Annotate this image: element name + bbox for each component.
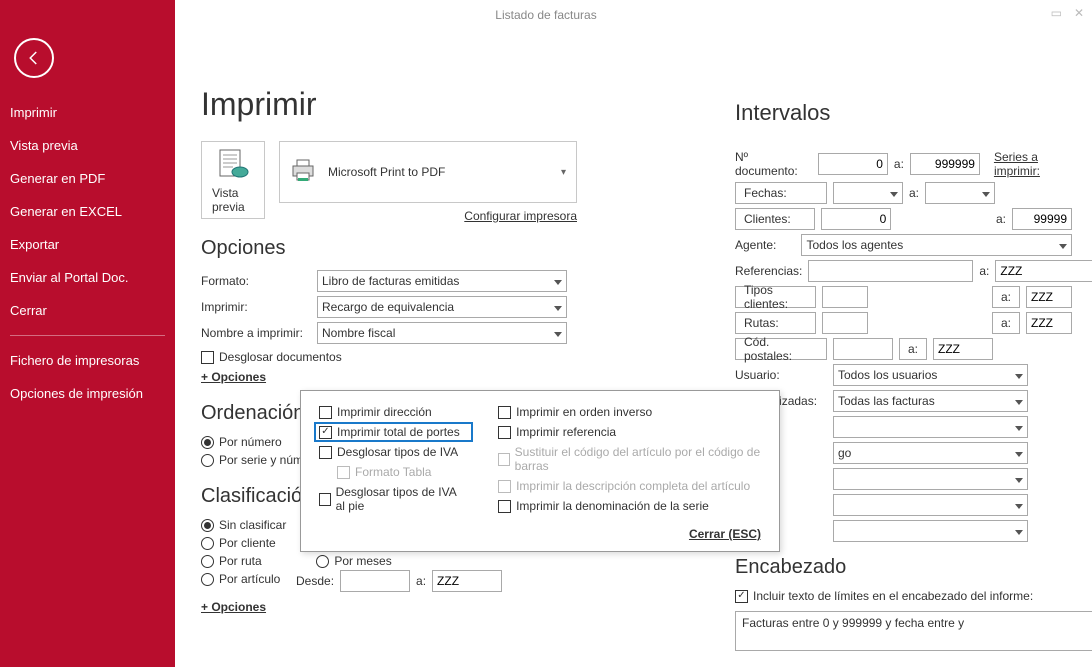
ref-from-input[interactable] [808, 260, 973, 282]
a-button-3[interactable]: a: [899, 338, 927, 360]
imprimir-ref-checkbox[interactable]: Imprimir referencia [498, 425, 761, 439]
clasif-cliente-radio[interactable]: Por cliente [201, 536, 286, 550]
imprimir-label: Imprimir: [201, 300, 311, 314]
formato-select[interactable]: Libro de facturas emitidas [317, 270, 567, 292]
desglosar-iva-pie-checkbox[interactable]: Desglosar tipos de IVA al pie [319, 485, 468, 513]
extra-select-2[interactable]: go [833, 442, 1028, 464]
intervalos-heading: Intervalos [735, 100, 1072, 126]
orden-inverso-checkbox[interactable]: Imprimir en orden inverso [498, 405, 761, 419]
a-button-1[interactable]: a: [992, 286, 1020, 308]
sidebar-item-portal[interactable]: Enviar al Portal Doc. [0, 261, 175, 294]
imprimir-portes-checkbox[interactable]: ✓Imprimir total de portes [319, 425, 468, 439]
opciones-popup: Imprimir dirección ✓Imprimir total de po… [300, 390, 780, 552]
mas-opciones-clasif-link[interactable]: + Opciones [201, 600, 266, 614]
sidebar-item-exportar[interactable]: Exportar [0, 228, 175, 261]
rutas-to-input[interactable] [1026, 312, 1072, 334]
sidebar-item-fichero[interactable]: Fichero de impresoras [0, 344, 175, 377]
close-icon[interactable]: ✕ [1074, 6, 1084, 20]
page-title: Imprimir [201, 86, 571, 123]
chevron-down-icon: ▾ [561, 167, 566, 178]
fecha-from-select[interactable] [833, 182, 903, 204]
incluir-texto-checkbox[interactable]: ✓Incluir texto de límites en el encabeza… [735, 589, 1072, 603]
a-label-3: a: [996, 212, 1006, 226]
contab-select[interactable]: Todas las facturas [833, 390, 1028, 412]
desde-label: Desde: [296, 574, 334, 588]
minimize-icon[interactable]: ▭ [1051, 6, 1062, 20]
imprimir-denominacion-checkbox[interactable]: Imprimir la denominación de la serie [498, 499, 761, 513]
formato-tabla-checkbox: Formato Tabla [337, 465, 468, 479]
sustituir-codigo-checkbox: Sustituir el código del artículo por el … [498, 445, 761, 473]
clientes-to-input[interactable] [1012, 208, 1072, 230]
preview-label: Vista previa [212, 186, 254, 214]
cerrar-popup-link[interactable]: Cerrar (ESC) [689, 527, 761, 541]
configure-printer-link[interactable]: Configurar impresora [464, 209, 577, 223]
cp-button[interactable]: Cód. postales: [735, 338, 827, 360]
cp-from-input[interactable] [833, 338, 893, 360]
agente-label: Agente: [735, 238, 795, 252]
sidebar-item-imprimir[interactable]: Imprimir [0, 96, 175, 129]
usuario-select[interactable]: Todos los usuarios [833, 364, 1028, 386]
tipos-from-input[interactable] [822, 286, 868, 308]
fecha-to-select[interactable] [925, 182, 995, 204]
extra-select-4[interactable] [833, 494, 1028, 516]
preview-button[interactable]: Vista previa [201, 141, 265, 219]
desglosar-checkbox[interactable]: Desglosar documentos [201, 350, 571, 364]
desglosar-iva-checkbox[interactable]: Desglosar tipos de IVA [319, 445, 468, 459]
a-button-2[interactable]: a: [992, 312, 1020, 334]
printer-icon [290, 158, 318, 186]
formato-label: Formato: [201, 274, 311, 288]
mas-opciones-link[interactable]: + Opciones [201, 370, 266, 384]
sidebar-item-opciones-imp[interactable]: Opciones de impresión [0, 377, 175, 410]
nombre-select[interactable]: Nombre fiscal [317, 322, 567, 344]
extra-select-3[interactable] [833, 468, 1028, 490]
rutas-from-input[interactable] [822, 312, 868, 334]
a-label-4: a: [979, 264, 989, 278]
ndoc-label: Nº documento: [735, 150, 812, 178]
tipos-to-input[interactable] [1026, 286, 1072, 308]
printer-select[interactable]: Microsoft Print to PDF ▾ [279, 141, 577, 203]
window-title: Listado de facturas [495, 8, 596, 22]
nombre-label: Nombre a imprimir: [201, 326, 311, 340]
a-label-2: a: [909, 186, 919, 200]
imprimir-select[interactable]: Recargo de equivalencia [317, 296, 567, 318]
ref-to-input[interactable] [995, 260, 1092, 282]
extra-select-1[interactable] [833, 416, 1028, 438]
document-preview-icon [212, 148, 254, 182]
clasif-sin-radio[interactable]: Sin clasificar [201, 518, 286, 532]
ref-label: Referencias: [735, 264, 802, 278]
desde-input[interactable] [340, 570, 410, 592]
sidebar-item-pdf[interactable]: Generar en PDF [0, 162, 175, 195]
encabezado-textarea[interactable]: Facturas entre 0 y 999999 y fecha entre … [735, 611, 1092, 651]
ndoc-from-input[interactable] [818, 153, 888, 175]
a-label: a: [416, 574, 426, 588]
series-link[interactable]: Series a imprimir: [994, 150, 1072, 178]
opciones-heading: Opciones [201, 237, 571, 260]
cp-to-input[interactable] [933, 338, 993, 360]
clasif-meses-radio[interactable]: Por meses [316, 554, 512, 568]
usuario-label: Usuario: [735, 368, 827, 382]
printer-name: Microsoft Print to PDF [328, 165, 445, 179]
back-button[interactable] [14, 38, 54, 78]
sidebar-item-excel[interactable]: Generar en EXCEL [0, 195, 175, 228]
tipos-button[interactable]: Tipos clientes: [735, 286, 816, 308]
a-label-1: a: [894, 157, 904, 171]
sidebar: Imprimir Vista previa Generar en PDF Gen… [0, 0, 175, 667]
rutas-button[interactable]: Rutas: [735, 312, 816, 334]
hasta-input[interactable] [432, 570, 502, 592]
sidebar-item-vista-previa[interactable]: Vista previa [0, 129, 175, 162]
fechas-button[interactable]: Fechas: [735, 182, 827, 204]
ndoc-to-input[interactable] [910, 153, 980, 175]
clientes-from-input[interactable] [821, 208, 891, 230]
encabezado-heading: Encabezado [735, 556, 1072, 579]
extra-select-5[interactable] [833, 520, 1028, 542]
clientes-button[interactable]: Clientes: [735, 208, 815, 230]
clasif-articulo-radio[interactable]: Por artículo [201, 572, 280, 586]
imprimir-descripcion-checkbox: Imprimir la descripción completa del art… [498, 479, 761, 493]
imprimir-direccion-checkbox[interactable]: Imprimir dirección [319, 405, 468, 419]
clasif-ruta-radio[interactable]: Por ruta [201, 554, 286, 568]
sidebar-item-cerrar[interactable]: Cerrar [0, 294, 175, 327]
agente-select[interactable]: Todos los agentes [801, 234, 1072, 256]
